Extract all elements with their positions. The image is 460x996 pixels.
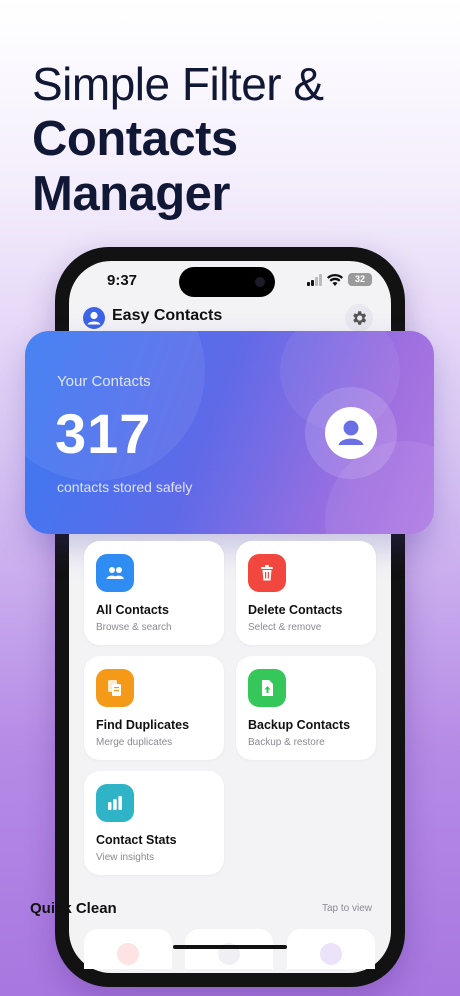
tile-subtitle: Select & remove <box>248 622 322 633</box>
contact-avatar-icon <box>325 407 377 459</box>
find-duplicates-tile[interactable]: Find Duplicates Merge duplicates <box>84 656 224 760</box>
summary-label: Your Contacts <box>57 373 151 390</box>
bar-chart-icon <box>96 784 134 822</box>
tile-title: Find Duplicates <box>96 718 190 732</box>
tile-title: All Contacts <box>96 603 169 617</box>
quick-clean-link[interactable]: Tap to view <box>322 903 372 914</box>
dynamic-island <box>179 267 275 297</box>
contacts-summary-card: Your Contacts 317 contacts stored safely <box>25 331 434 534</box>
tile-subtitle: Backup & restore <box>248 737 325 748</box>
tile-subtitle: Merge duplicates <box>96 737 173 748</box>
headline-line-3: Manager <box>32 167 231 221</box>
signal-icon <box>307 274 323 286</box>
quick-clean-card[interactable] <box>287 929 375 969</box>
headline-line-1: Simple Filter & <box>32 58 324 110</box>
delete-contacts-tile[interactable]: Delete Contacts Select & remove <box>236 541 376 645</box>
summary-subtitle: contacts stored safely <box>57 479 193 495</box>
quick-clean-card[interactable] <box>185 929 273 969</box>
trash-icon <box>248 554 286 592</box>
app-title: Easy Contacts <box>112 307 223 324</box>
backup-contacts-tile[interactable]: Backup Contacts Backup & restore <box>236 656 376 760</box>
home-indicator <box>173 945 287 949</box>
tile-title: Backup Contacts <box>248 718 351 732</box>
battery-indicator: 32 <box>348 273 372 286</box>
tile-title: Contact Stats <box>96 833 177 847</box>
quick-clean-card[interactable] <box>84 929 172 969</box>
headline-line-2: Contacts <box>32 112 238 166</box>
camera-icon <box>255 277 265 287</box>
tile-subtitle: Browse & search <box>96 622 172 633</box>
avatar-ring <box>305 387 397 479</box>
status-time: 9:37 <box>107 272 138 289</box>
gear-icon <box>353 311 367 325</box>
profile-avatar-icon[interactable] <box>83 307 105 329</box>
people-icon <box>96 554 134 592</box>
contact-stats-tile[interactable]: Contact Stats View insights <box>84 771 224 875</box>
wifi-icon <box>327 273 343 286</box>
quick-clean-title: Quick Clean <box>30 900 117 917</box>
tile-title: Delete Contacts <box>248 603 343 617</box>
all-contacts-tile[interactable]: All Contacts Browse & search <box>84 541 224 645</box>
settings-button[interactable] <box>345 304 373 332</box>
duplicate-files-icon <box>96 669 134 707</box>
marketing-headline: Simple Filter & Contacts Manager <box>32 56 452 222</box>
tile-subtitle: View insights <box>96 852 155 863</box>
person-icon <box>87 311 101 325</box>
contacts-count: 317 <box>55 402 152 465</box>
backup-upload-icon <box>248 669 286 707</box>
